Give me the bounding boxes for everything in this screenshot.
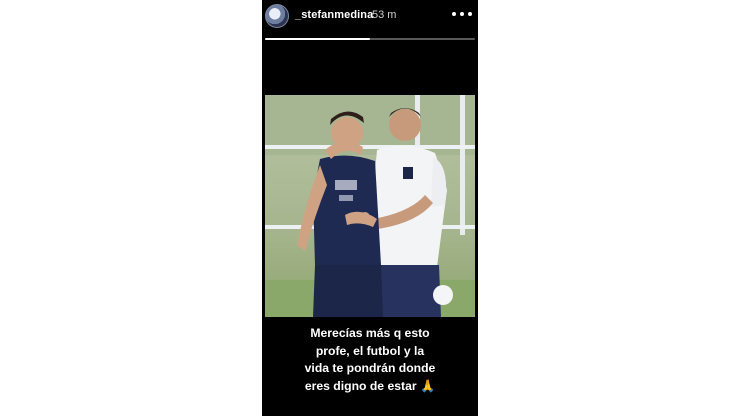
story-caption: Merecías más q esto profe, el futbol y l… <box>262 325 478 395</box>
menu-dot <box>452 12 456 16</box>
caption-line: eres digno de estar 🙏 <box>304 378 436 393</box>
story-viewer[interactable]: _stefanmedina 53 m Merecías más q esto p… <box>262 0 478 416</box>
story-progress-fill <box>265 38 370 40</box>
username[interactable]: _stefanmedina <box>295 9 373 21</box>
avatar[interactable] <box>265 4 289 28</box>
caption-line: Merecías más q esto <box>310 326 430 340</box>
more-horizontal-icon[interactable] <box>452 7 472 21</box>
story-progress-bar <box>265 38 475 40</box>
story-photo <box>265 95 475 317</box>
timestamp: 53 m <box>372 9 397 21</box>
story-header: _stefanmedina 53 m <box>262 0 478 36</box>
caption-line: profe, el futbol y la <box>315 343 425 358</box>
menu-dot <box>468 12 472 16</box>
menu-dot <box>460 12 464 16</box>
caption-line: vida te pondrán donde <box>304 361 436 375</box>
